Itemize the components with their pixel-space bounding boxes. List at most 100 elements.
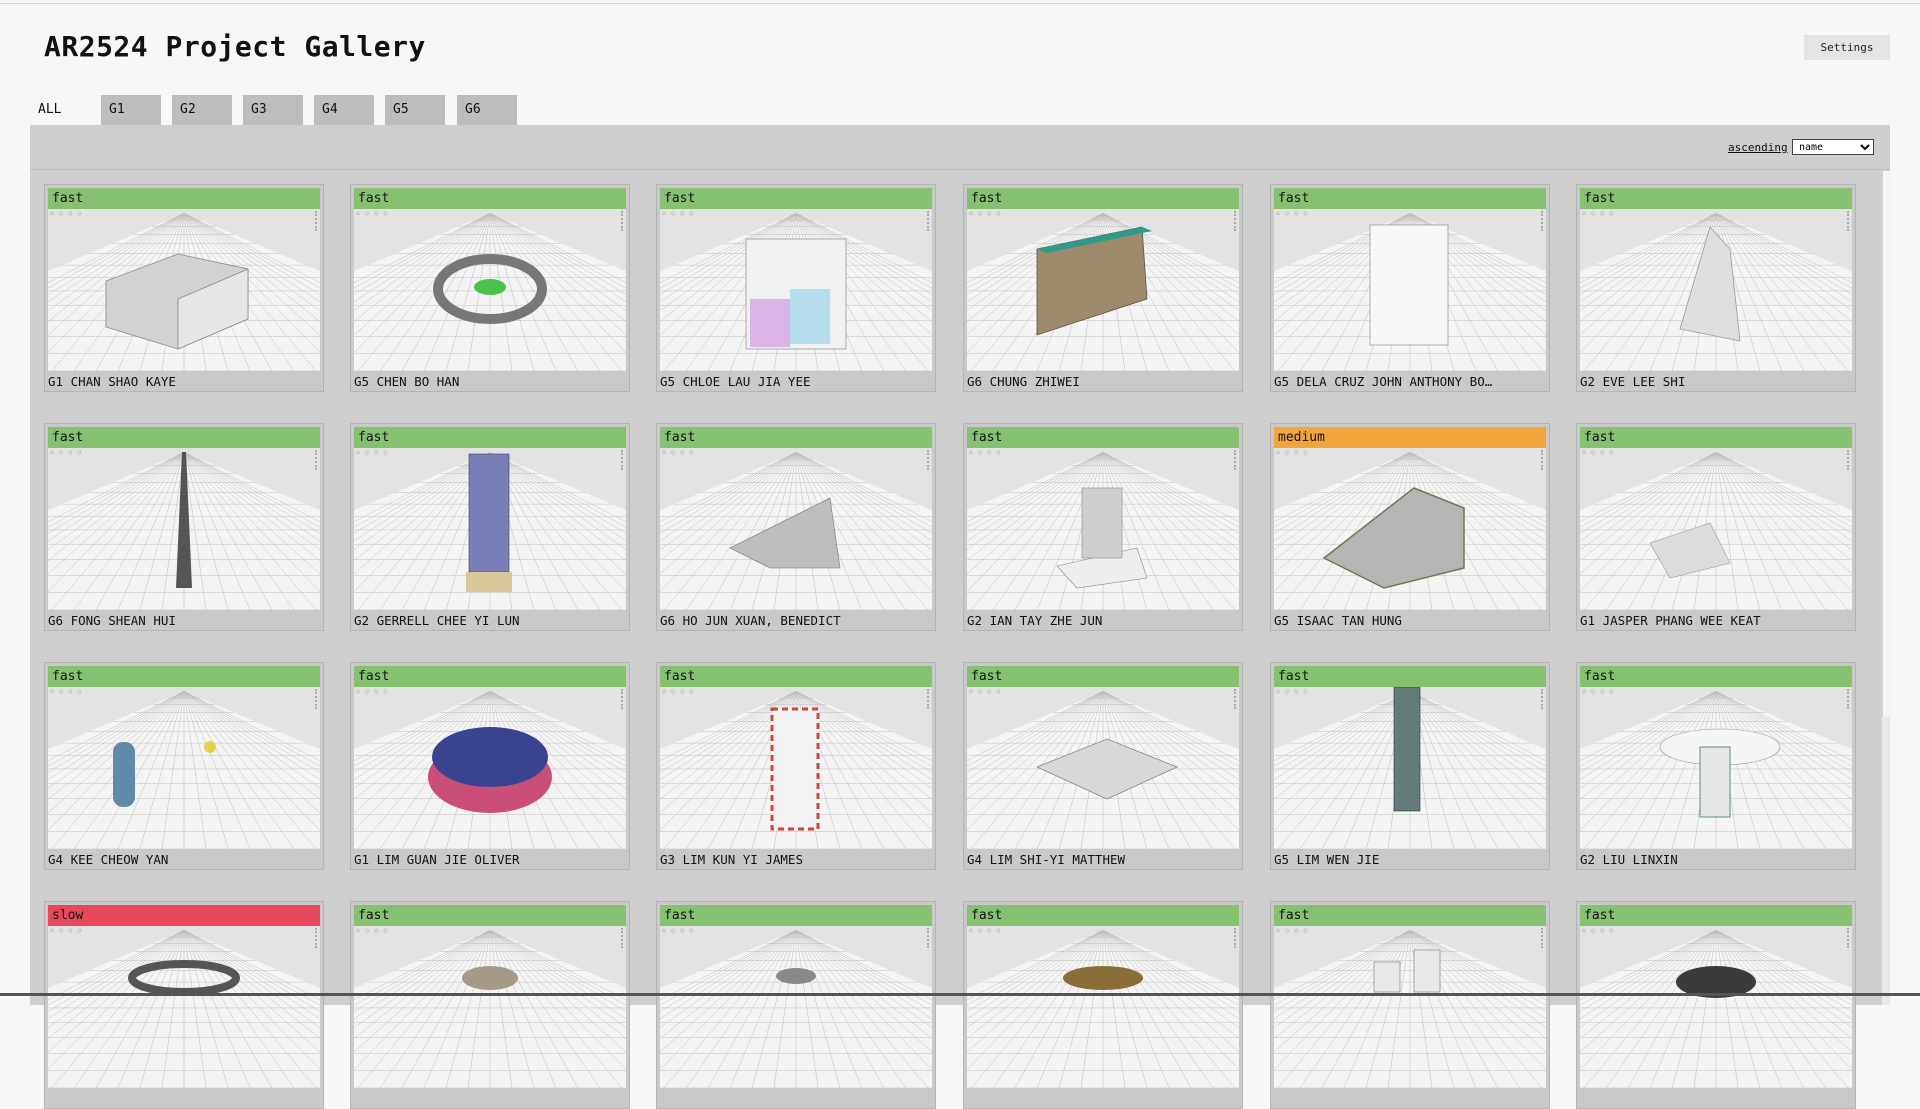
project-card[interactable]: fast ⌂ ○ ○ ○ G4 KEE CHEOW YAN bbox=[44, 662, 324, 870]
project-card[interactable]: fast ⌂ ○ ○ ○ G6 CHUNG ZHIWEI bbox=[963, 184, 1243, 392]
model-partial-disc bbox=[1063, 966, 1143, 990]
tab-g6[interactable]: G6 bbox=[457, 95, 517, 125]
model-viewport[interactable]: ⌂ ○ ○ ○ bbox=[660, 687, 932, 849]
model-viewport[interactable]: ⌂ ○ ○ ○ bbox=[48, 926, 320, 1088]
vertical-scrollbar[interactable] bbox=[1882, 171, 1890, 1005]
viewer-controls-icon: ⌂ ○ ○ ○ bbox=[662, 449, 695, 456]
model-partial-spike bbox=[776, 968, 816, 984]
model-viewport[interactable]: ⌂ ○ ○ ○ bbox=[660, 926, 932, 1088]
project-card[interactable]: fast ⌂ ○ ○ ○ G1 JASPER PHANG WEE KEAT bbox=[1576, 423, 1856, 631]
model-viewport[interactable]: ⌂ ○ ○ ○ bbox=[660, 209, 932, 371]
project-caption bbox=[48, 1090, 320, 1108]
speed-badge: fast bbox=[967, 427, 1239, 448]
model-preview bbox=[1274, 687, 1546, 849]
speed-badge: fast bbox=[1580, 905, 1852, 926]
viewer-controls-icon: ⌂ ○ ○ ○ bbox=[356, 927, 389, 934]
speed-badge: fast bbox=[660, 188, 932, 209]
sort-order-toggle[interactable]: ascending bbox=[1728, 141, 1788, 154]
model-viewport[interactable]: ⌂ ○ ○ ○ bbox=[967, 448, 1239, 610]
project-card[interactable]: fast ⌂ ○ ○ ○ bbox=[656, 901, 936, 1109]
project-card[interactable]: fast ⌂ ○ ○ ○ bbox=[1576, 901, 1856, 1109]
viewer-controls-icon: ⌂ ○ ○ ○ bbox=[356, 688, 389, 695]
model-viewport[interactable]: ⌂ ○ ○ ○ bbox=[1580, 687, 1852, 849]
project-card[interactable]: fast ⌂ ○ ○ ○ G3 LIM KUN YI JAMES bbox=[656, 662, 936, 870]
viewer-controls-icon: ⌂ ○ ○ ○ bbox=[356, 210, 389, 217]
viewer-menu-icon bbox=[1229, 450, 1236, 470]
project-card[interactable]: fast ⌂ ○ ○ ○ G2 LIU LINXIN bbox=[1576, 662, 1856, 870]
model-viewport[interactable]: ⌂ ○ ○ ○ bbox=[1580, 926, 1852, 1088]
model-viewport[interactable]: ⌂ ○ ○ ○ bbox=[354, 687, 626, 849]
model-viewport[interactable]: ⌂ ○ ○ ○ bbox=[1580, 209, 1852, 371]
model-viewport[interactable]: ⌂ ○ ○ ○ bbox=[48, 687, 320, 849]
sort-field-select[interactable]: name bbox=[1792, 139, 1874, 155]
scrollbar-thumb[interactable] bbox=[1882, 171, 1890, 717]
model-viewport[interactable]: ⌂ ○ ○ ○ bbox=[967, 926, 1239, 1088]
project-card[interactable]: fast ⌂ ○ ○ ○ G2 GERRELL CHEE YI LUN bbox=[350, 423, 630, 631]
speed-badge: fast bbox=[48, 666, 320, 687]
model-preview bbox=[1274, 209, 1546, 371]
project-card[interactable]: fast ⌂ ○ ○ ○ bbox=[963, 901, 1243, 1109]
model-viewport[interactable]: ⌂ ○ ○ ○ bbox=[660, 448, 932, 610]
model-viewport[interactable]: ⌂ ○ ○ ○ bbox=[1274, 687, 1546, 849]
viewer-controls-icon: ⌂ ○ ○ ○ bbox=[1276, 210, 1309, 217]
project-caption bbox=[660, 1090, 932, 1108]
viewer-menu-icon bbox=[1536, 928, 1543, 948]
model-viewport[interactable]: ⌂ ○ ○ ○ bbox=[1274, 926, 1546, 1088]
speed-badge: fast bbox=[1274, 666, 1546, 687]
project-card[interactable]: medium ⌂ ○ ○ ○ G5 ISAAC TAN HUNG bbox=[1270, 423, 1550, 631]
project-card[interactable]: slow ⌂ ○ ○ ○ bbox=[44, 901, 324, 1109]
model-viewport[interactable]: ⌂ ○ ○ ○ bbox=[967, 687, 1239, 849]
project-card[interactable]: fast ⌂ ○ ○ ○ G5 CHEN BO HAN bbox=[350, 184, 630, 392]
project-card[interactable]: fast ⌂ ○ ○ ○ G5 CHLOE LAU JIA YEE bbox=[656, 184, 936, 392]
project-card[interactable]: fast ⌂ ○ ○ ○ G6 FONG SHEAN HUI bbox=[44, 423, 324, 631]
viewer-controls-icon: ⌂ ○ ○ ○ bbox=[50, 927, 83, 934]
project-card[interactable]: fast ⌂ ○ ○ ○ G2 EVE LEE SHI bbox=[1576, 184, 1856, 392]
tab-g1[interactable]: G1 bbox=[101, 95, 161, 125]
viewer-controls-icon: ⌂ ○ ○ ○ bbox=[662, 210, 695, 217]
model-viewport[interactable]: ⌂ ○ ○ ○ bbox=[1274, 448, 1546, 610]
project-card[interactable]: fast ⌂ ○ ○ ○ bbox=[350, 901, 630, 1109]
speed-badge: fast bbox=[660, 427, 932, 448]
tab-all[interactable]: ALL bbox=[30, 95, 90, 125]
project-caption: G4 LIM SHI-YI MATTHEW bbox=[967, 852, 1126, 867]
project-card[interactable]: fast ⌂ ○ ○ ○ bbox=[1270, 901, 1550, 1109]
viewer-controls-icon: ⌂ ○ ○ ○ bbox=[662, 927, 695, 934]
project-card[interactable]: fast ⌂ ○ ○ ○ G2 IAN TAY ZHE JUN bbox=[963, 423, 1243, 631]
tab-g5[interactable]: G5 bbox=[385, 95, 445, 125]
project-card[interactable]: fast ⌂ ○ ○ ○ G6 HO JUN XUAN, BENEDICT bbox=[656, 423, 936, 631]
model-partial-tower-1 bbox=[1373, 961, 1401, 993]
project-caption: G1 JASPER PHANG WEE KEAT bbox=[1580, 613, 1761, 628]
speed-badge: fast bbox=[1274, 188, 1546, 209]
speed-badge: fast bbox=[1580, 666, 1852, 687]
tab-g2[interactable]: G2 bbox=[172, 95, 232, 125]
project-card[interactable]: fast ⌂ ○ ○ ○ G5 DELA CRUZ JOHN ANTHONY BO… bbox=[1270, 184, 1550, 392]
viewer-menu-icon bbox=[310, 928, 317, 948]
model-viewport[interactable]: ⌂ ○ ○ ○ bbox=[48, 448, 320, 610]
model-capsule bbox=[113, 742, 135, 807]
tab-g4[interactable]: G4 bbox=[314, 95, 374, 125]
viewer-controls-icon: ⌂ ○ ○ ○ bbox=[969, 688, 1002, 695]
model-viewport[interactable]: ⌂ ○ ○ ○ bbox=[354, 926, 626, 1088]
project-card[interactable]: fast ⌂ ○ ○ ○ G1 LIM GUAN JIE OLIVER bbox=[350, 662, 630, 870]
viewer-controls-icon: ⌂ ○ ○ ○ bbox=[1582, 210, 1615, 217]
model-viewport[interactable]: ⌂ ○ ○ ○ bbox=[967, 209, 1239, 371]
project-card[interactable]: fast ⌂ ○ ○ ○ G4 LIM SHI-YI MATTHEW bbox=[963, 662, 1243, 870]
project-caption: G5 CHEN BO HAN bbox=[354, 374, 460, 389]
model-viewport[interactable]: ⌂ ○ ○ ○ bbox=[1580, 448, 1852, 610]
model-sculpt bbox=[1081, 487, 1123, 559]
settings-button[interactable]: Settings bbox=[1804, 35, 1890, 60]
tab-g3[interactable]: G3 bbox=[243, 95, 303, 125]
project-caption bbox=[1274, 1090, 1546, 1108]
viewer-menu-icon bbox=[1842, 211, 1849, 231]
model-preview bbox=[48, 448, 320, 610]
model-viewport[interactable]: ⌂ ○ ○ ○ bbox=[354, 209, 626, 371]
model-viewport[interactable]: ⌂ ○ ○ ○ bbox=[354, 448, 626, 610]
viewer-menu-icon bbox=[1536, 689, 1543, 709]
project-card[interactable]: fast ⌂ ○ ○ ○ G5 LIM WEN JIE bbox=[1270, 662, 1550, 870]
model-viewport[interactable]: ⌂ ○ ○ ○ bbox=[48, 209, 320, 371]
model-preview bbox=[354, 448, 626, 610]
project-card[interactable]: fast ⌂ ○ ○ ○ G1 CHAN SHAO KAYE bbox=[44, 184, 324, 392]
viewer-controls-icon: ⌂ ○ ○ ○ bbox=[50, 449, 83, 456]
model-viewport[interactable]: ⌂ ○ ○ ○ bbox=[1274, 209, 1546, 371]
speed-badge: fast bbox=[354, 188, 626, 209]
